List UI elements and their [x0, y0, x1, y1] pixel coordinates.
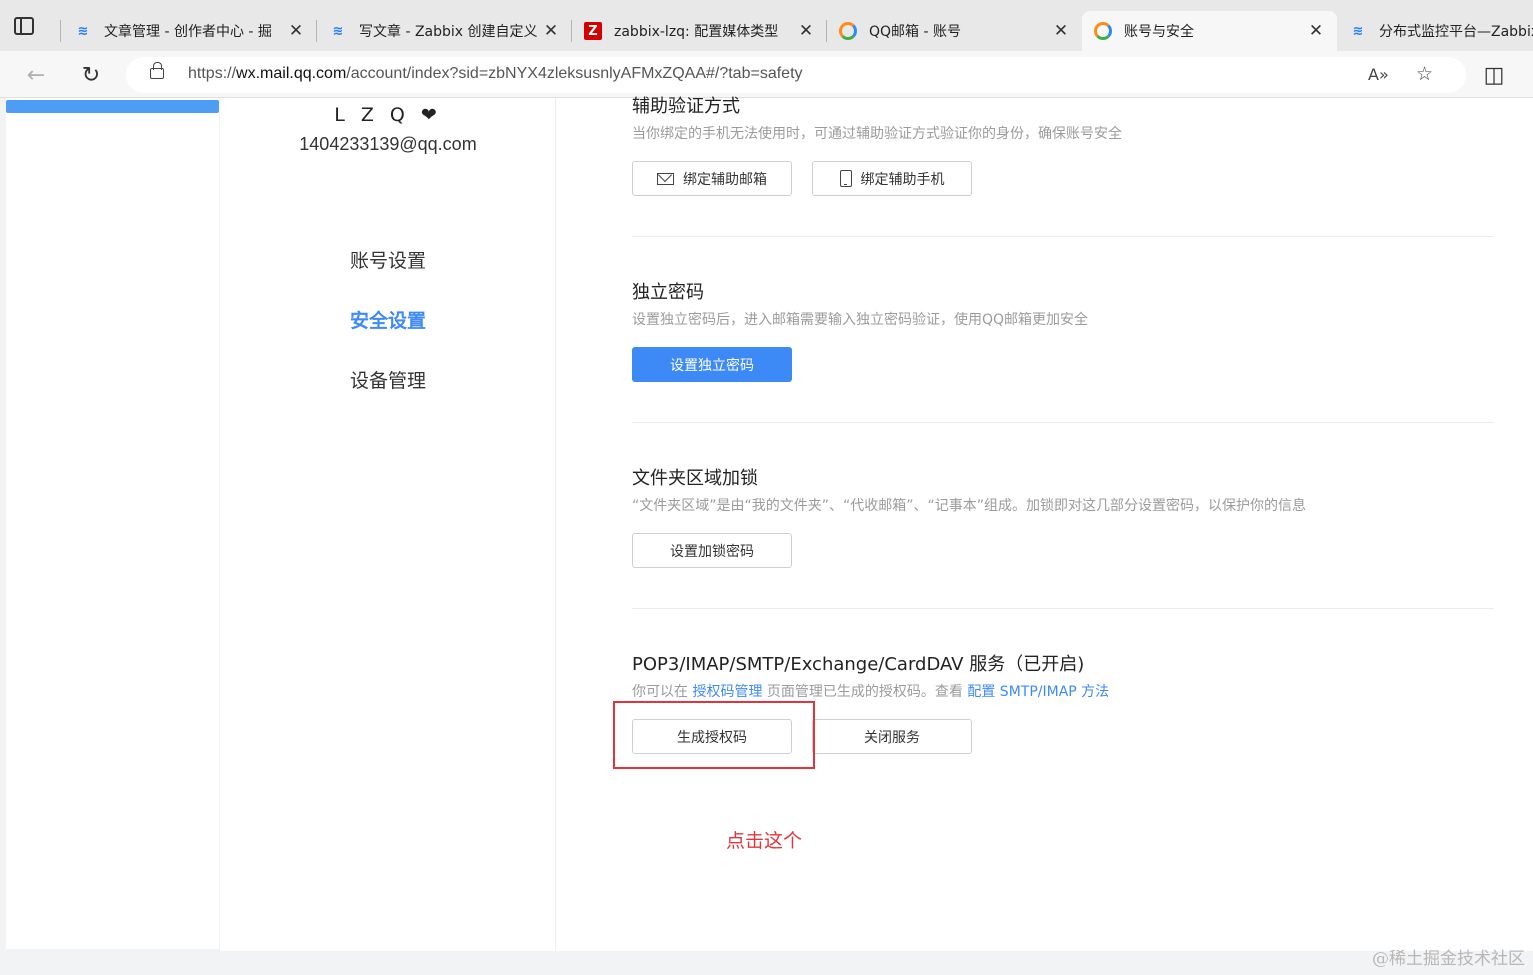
settings-card: L Z Q ❤ 1404233139@qq.com 账号设置 安全设置 设备管理…: [220, 96, 1533, 951]
profile-email: 1404233139@qq.com: [299, 134, 477, 154]
tab-strip: ≋ 文章管理 - 创作者中心 - 掘 ✕ ≋ 写文章 - Zabbix 创建自定…: [0, 0, 1533, 51]
close-icon[interactable]: ✕: [287, 21, 305, 41]
juejin-icon: ≋: [332, 23, 344, 39]
tab-zabbix[interactable]: Z zabbix-lzq: 配置媒体类型 ✕: [572, 11, 827, 51]
divider: [632, 608, 1494, 609]
tab-article-manage[interactable]: ≋ 文章管理 - 创作者中心 - 掘 ✕: [62, 11, 317, 51]
watermark: @稀土掘金技术社区: [1372, 949, 1525, 969]
qqmail-icon: [1094, 22, 1112, 40]
folder-lock-title: 文件夹区域加锁: [632, 468, 758, 489]
set-lock-password-button[interactable]: 设置加锁密码: [632, 533, 792, 568]
close-icon[interactable]: ✕: [542, 21, 560, 41]
tab-title: 文章管理 - 创作者中心 - 掘: [104, 24, 272, 40]
left-panel-accent-bar: [6, 100, 219, 113]
url-path: /account/index?sid=zbNYX4zleksusnlyAFMxZ…: [346, 65, 803, 82]
reload-button[interactable]: ↻: [77, 61, 105, 89]
close-icon[interactable]: ✕: [1052, 21, 1070, 41]
sidenav-item-account-settings[interactable]: 账号设置: [220, 246, 556, 273]
mail-icon: [657, 172, 674, 185]
close-icon[interactable]: ✕: [797, 21, 815, 41]
address-bar[interactable]: https://wx.mail.qq.com/account/index?sid…: [126, 57, 1466, 93]
juejin-icon: ≋: [1352, 23, 1364, 39]
zabbix-icon: Z: [584, 22, 602, 40]
favorite-star-icon[interactable]: ☆: [1416, 63, 1433, 85]
juejin-icon: ≋: [77, 23, 89, 39]
divider: [632, 422, 1494, 423]
close-icon[interactable]: ✕: [1307, 21, 1325, 41]
highlight-annotation-box: [613, 701, 815, 769]
settings-sidenav: L Z Q ❤ 1404233139@qq.com 账号设置 安全设置 设备管理: [220, 98, 556, 951]
tab-title: 账号与安全: [1124, 24, 1194, 40]
tab-write-article[interactable]: ≋ 写文章 - Zabbix 创建自定义 ✕: [317, 11, 572, 51]
read-aloud-icon[interactable]: A»: [1368, 65, 1389, 84]
lock-icon[interactable]: [150, 62, 164, 79]
tab-title: 分布式监控平台—Zabbix: [1379, 24, 1533, 40]
heart-icon: ❤: [420, 104, 442, 126]
profile-name-text: L Z Q: [334, 104, 410, 126]
tab-title: zabbix-lzq: 配置媒体类型: [614, 24, 779, 40]
annotation-text: 点击这个: [726, 830, 803, 852]
url-host: wx.mail.qq.com: [236, 65, 347, 82]
tab-monitoring-platform[interactable]: ≋ 分布式监控平台—Zabbix: [1337, 11, 1533, 51]
back-button[interactable]: ←: [22, 61, 50, 89]
qqmail-icon: [839, 22, 857, 40]
mail-services-title: POP3/IMAP/SMTP/Exchange/CardDAV 服务（已开启): [632, 654, 1085, 675]
aux-verify-title: 辅助验证方式: [632, 96, 740, 117]
aux-verify-desc: 当你绑定的手机无法使用时，可通过辅助验证方式验证你的身份，确保账号安全: [632, 126, 1122, 142]
set-independent-password-button[interactable]: 设置独立密码: [632, 347, 792, 382]
tab-qqmail-account[interactable]: QQ邮箱 - 账号 ✕: [827, 11, 1082, 51]
bind-aux-email-button[interactable]: 绑定辅助邮箱: [632, 161, 792, 196]
button-label: 绑定辅助手机: [860, 171, 945, 188]
smtp-imap-config-link[interactable]: 配置 SMTP/IMAP 方法: [967, 684, 1109, 700]
tab-actions-icon[interactable]: [14, 17, 34, 35]
split-screen-icon[interactable]: ◫: [1480, 61, 1508, 89]
desc-text: 页面管理已生成的授权码。查看: [766, 684, 963, 700]
left-panel: [6, 98, 219, 949]
page-viewport: L Z Q ❤ 1404233139@qq.com 账号设置 安全设置 设备管理…: [6, 96, 1533, 975]
tab-title: QQ邮箱 - 账号: [869, 24, 961, 40]
sidenav-item-device-management[interactable]: 设备管理: [220, 366, 556, 393]
sidenav-item-security-settings[interactable]: 安全设置: [220, 306, 556, 333]
independent-password-title: 独立密码: [632, 282, 704, 303]
folder-lock-desc: “文件夹区域”是由“我的文件夹”、“代收邮箱”、“记事本”组成。加锁即对这几部分…: [632, 498, 1307, 514]
auth-code-management-link[interactable]: 授权码管理: [692, 684, 762, 700]
tab-separator: [60, 20, 61, 42]
desc-text: 你可以在: [632, 684, 688, 700]
url-scheme: https://: [188, 65, 237, 82]
close-service-button[interactable]: 关闭服务: [812, 719, 972, 754]
url-text[interactable]: https://wx.mail.qq.com/account/index?sid…: [188, 65, 803, 83]
bind-aux-phone-button[interactable]: 绑定辅助手机: [812, 161, 972, 196]
tab-account-security[interactable]: 账号与安全 ✕: [1082, 11, 1337, 51]
navigation-bar: ← ↻ https://wx.mail.qq.com/account/index…: [0, 51, 1533, 98]
divider: [632, 236, 1494, 237]
profile-name: L Z Q ❤: [220, 104, 556, 126]
button-label: 绑定辅助邮箱: [683, 171, 767, 188]
phone-icon: [839, 170, 852, 187]
tab-title: 写文章 - Zabbix 创建自定义: [359, 24, 538, 40]
mail-services-desc: 你可以在 授权码管理 页面管理已生成的授权码。查看 配置 SMTP/IMAP 方…: [632, 681, 1109, 701]
independent-password-desc: 设置独立密码后，进入邮箱需要输入独立密码验证，使用QQ邮箱更加安全: [632, 312, 1089, 328]
